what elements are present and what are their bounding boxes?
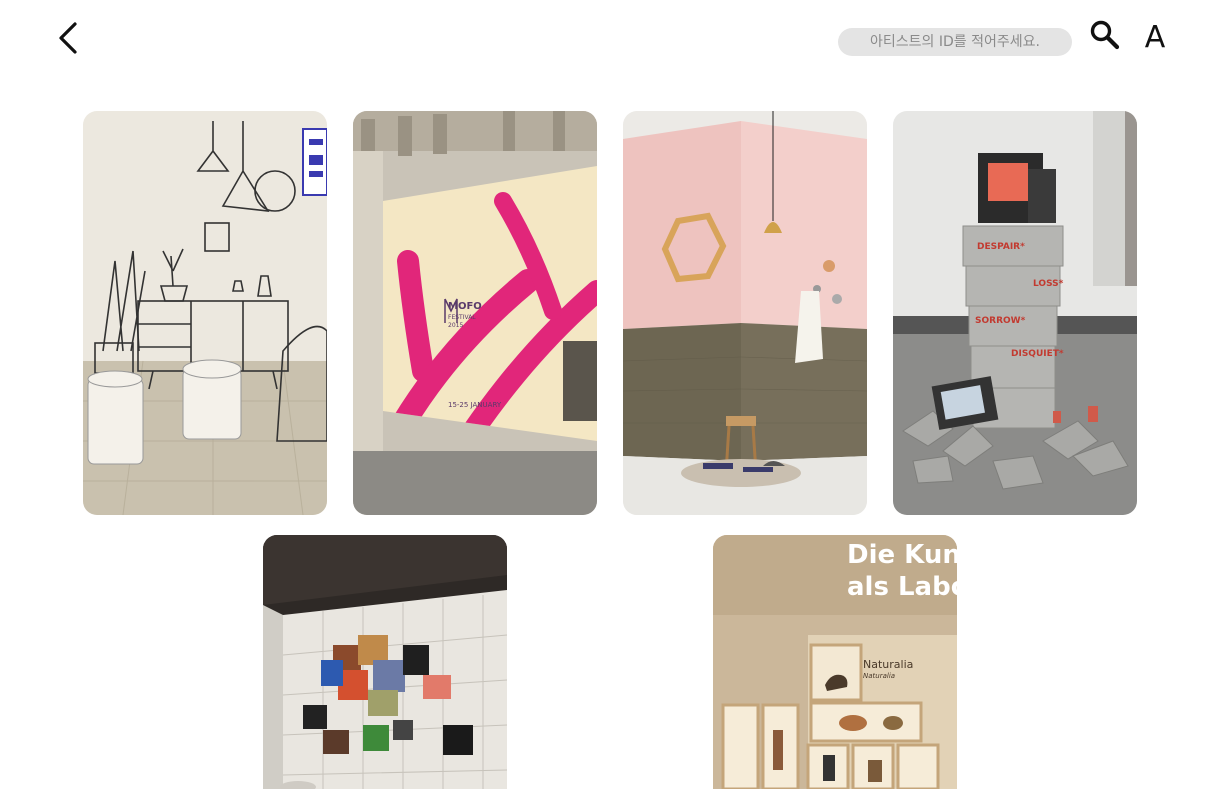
artist-search-input[interactable] xyxy=(838,28,1072,56)
gallery-image-4: DESPAIR* LOSS* SORROW* DISQUIET* xyxy=(893,111,1137,515)
display-label: Naturalia xyxy=(863,658,913,671)
mofo-date-text: 15-25 JANUARY xyxy=(448,401,502,409)
mofo-year-text: 2015 xyxy=(448,322,463,329)
gallery-image-5 xyxy=(263,535,507,789)
display-heading-line-2: als Labo xyxy=(847,572,957,602)
gallery-item-4[interactable]: DESPAIR* LOSS* SORROW* DISQUIET* xyxy=(893,111,1137,515)
gallery-item-2[interactable]: MOFO FESTIVAL 2015 15-25 JANUARY xyxy=(353,111,597,515)
mofo-sub-text: FESTIVAL xyxy=(448,314,476,321)
gallery-page: A xyxy=(0,0,1219,789)
gallery-item-5[interactable] xyxy=(263,535,507,789)
display-heading-line-1: Die Kun xyxy=(847,540,957,570)
gallery-image-1 xyxy=(83,111,327,515)
gallery-image-3 xyxy=(623,111,867,515)
profile-button[interactable]: A xyxy=(1140,18,1170,58)
block-word-despair: DESPAIR* xyxy=(977,242,1025,252)
chevron-left-icon xyxy=(59,22,77,54)
search-button[interactable] xyxy=(1088,18,1122,52)
block-word-disquiet: DISQUIET* xyxy=(1011,349,1064,359)
block-word-loss: LOSS* xyxy=(1033,279,1064,289)
block-word-sorrow: SORROW* xyxy=(975,316,1026,326)
gallery-image-6: Die Kun als Labo Naturalia Naturalia xyxy=(713,535,957,789)
back-button[interactable] xyxy=(52,20,84,56)
display-label-sub: Naturalia xyxy=(863,672,895,680)
gallery-image-2: MOFO FESTIVAL 2015 15-25 JANUARY xyxy=(353,111,597,515)
gallery-item-3[interactable] xyxy=(623,111,867,515)
gallery-item-1[interactable] xyxy=(83,111,327,515)
search-icon xyxy=(1090,20,1120,50)
gallery-item-6[interactable]: Die Kun als Labo Naturalia Naturalia xyxy=(713,535,957,789)
